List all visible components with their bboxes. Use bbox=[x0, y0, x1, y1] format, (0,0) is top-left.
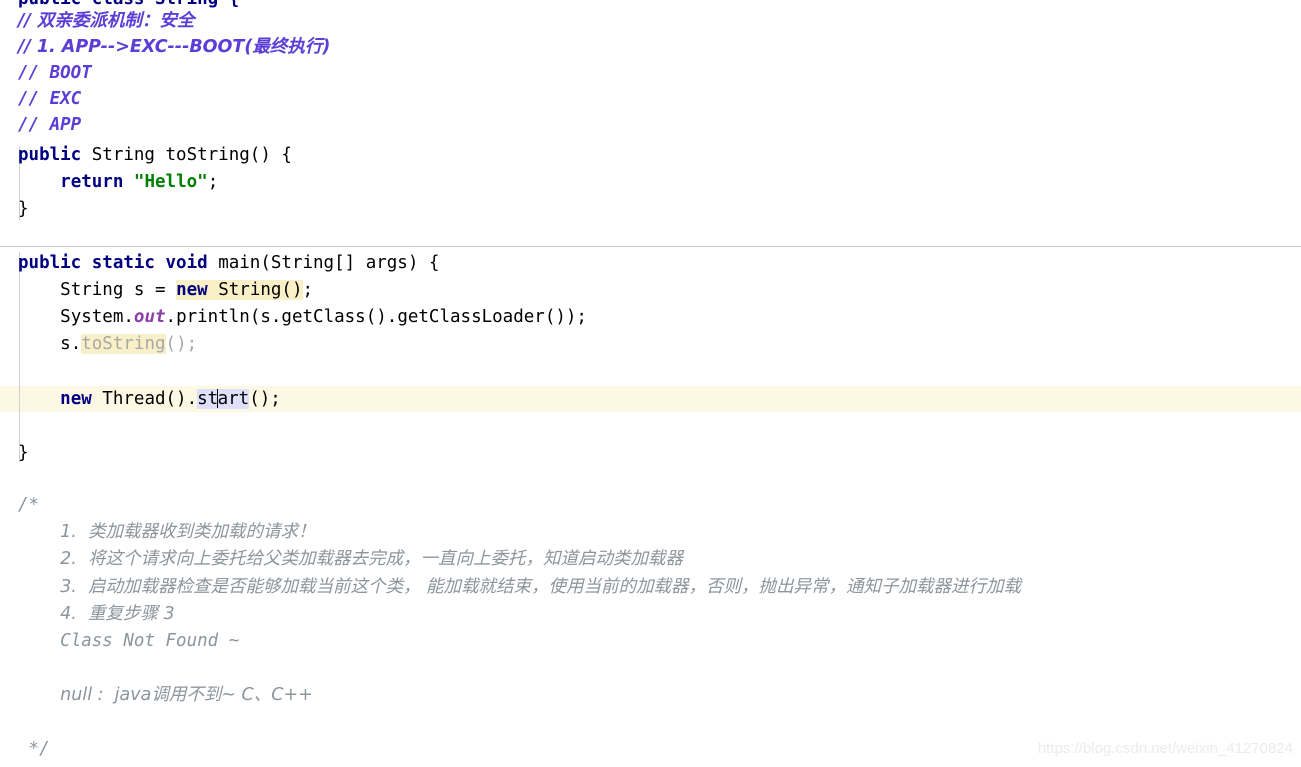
token-method-tostring: toString bbox=[81, 334, 166, 354]
token-keyword-new: new bbox=[60, 389, 92, 409]
code-line-new-thread-start[interactable]: new Thread().start(); bbox=[0, 386, 1301, 412]
search-match-highlight: toString bbox=[81, 334, 166, 354]
code-line-comment-2[interactable]: // 1. APP-->EXC---BOOT(最终执行) bbox=[0, 34, 1301, 60]
code-line-blockcomment-classnotfound[interactable]: Class Not Found ~ bbox=[0, 628, 1301, 654]
token-keyword-return: return bbox=[60, 172, 124, 192]
code-line-blockcomment-1[interactable]: 1. 类加载器收到类加载的请求！ bbox=[0, 519, 1301, 545]
token-receiver: s. bbox=[60, 334, 82, 354]
code-line-blockcomment-2[interactable]: 2. 将这个请求向上委托给父类加载器去完成，一直向上委托，知道启动类加载器 bbox=[0, 546, 1301, 572]
token-comment: // EXC bbox=[18, 89, 82, 109]
token-method-start-part-b: art bbox=[217, 389, 250, 409]
code-line-blockcomment-null[interactable]: null : java调用不到~ C、C++ bbox=[0, 682, 1301, 708]
token-constructor-call: String() bbox=[207, 280, 303, 300]
code-line-return-hello[interactable]: return "Hello"; bbox=[0, 169, 1301, 195]
token-signature: main(String[] args) { bbox=[207, 253, 440, 273]
token-block-comment-close: */ bbox=[28, 739, 50, 759]
token-brace: } bbox=[18, 443, 29, 463]
token-static-field-out: out bbox=[133, 307, 166, 327]
token-method-start-part-a: st bbox=[197, 389, 219, 409]
code-line-s-tostring[interactable]: s.toString(); bbox=[0, 331, 1301, 357]
token-comment: // 双亲委派机制：安全 bbox=[18, 11, 195, 31]
code-line-sysout-println[interactable]: System.out.println(s.getClass().getClass… bbox=[0, 304, 1301, 330]
token-semicolon: ; bbox=[302, 280, 314, 300]
code-line-new-string[interactable]: String s = new String(); bbox=[0, 277, 1301, 303]
token-block-comment-open: /* bbox=[18, 495, 40, 515]
token-system: System. bbox=[60, 307, 134, 327]
code-line-comment-5[interactable]: // APP bbox=[0, 112, 1301, 138]
token-thread-ctor: Thread(). bbox=[91, 389, 198, 409]
method-separator-line bbox=[0, 246, 1301, 247]
token-block-comment: 1. 类加载器收到类加载的请求！ bbox=[60, 522, 316, 542]
token-comment: // APP bbox=[18, 115, 82, 135]
token-declaration: String s = bbox=[60, 280, 177, 300]
token-keyword-modifiers: public static void bbox=[18, 253, 208, 273]
code-line-close-brace-2[interactable]: } bbox=[0, 440, 1301, 466]
code-line-blockcomment-open[interactable]: /* bbox=[0, 492, 1301, 518]
token-block-comment: Class Not Found ~ bbox=[60, 631, 240, 651]
search-match-highlight: new String() bbox=[176, 280, 303, 300]
token-block-comment: 2. 将这个请求向上委托给父类加载器去完成，一直向上委托，知道启动类加载器 bbox=[60, 549, 683, 569]
code-line-blockcomment-3[interactable]: 3. 启动加载器检查是否能够加载当前这个类， 能加载就结束，使用当前的加载器，否… bbox=[0, 574, 1301, 600]
token-signature: String toString() { bbox=[81, 145, 292, 165]
code-line-comment-4[interactable]: // EXC bbox=[0, 86, 1301, 112]
identifier-usage-highlight: start bbox=[197, 389, 250, 409]
token-comment: // BOOT bbox=[18, 63, 92, 83]
code-line-close-brace-1[interactable]: } bbox=[0, 196, 1301, 222]
code-line-blockcomment-4[interactable]: 4. 重复步骤 3 bbox=[0, 601, 1301, 627]
token-semicolon: ; bbox=[207, 172, 219, 192]
token-brace: } bbox=[18, 199, 29, 219]
token-block-comment: 4. 重复步骤 3 bbox=[60, 604, 175, 624]
code-line-comment-3[interactable]: // BOOT bbox=[0, 60, 1301, 86]
code-line-tostring-signature[interactable]: public String toString() { bbox=[0, 142, 1301, 168]
token-method-chain: .println(s.getClass().getClassLoader()); bbox=[165, 307, 587, 327]
token-string-literal: "Hello" bbox=[133, 172, 208, 192]
token-keyword-new: new bbox=[176, 280, 208, 300]
code-line-comment-1[interactable]: // 双亲委派机制：安全 bbox=[0, 8, 1301, 34]
token-block-comment: 3. 启动加载器检查是否能够加载当前这个类， 能加载就结束，使用当前的加载器，否… bbox=[60, 577, 1022, 597]
token-call-parens: (); bbox=[165, 334, 198, 354]
token-keyword-public: public bbox=[18, 145, 82, 165]
code-line-main-signature[interactable]: public static void main(String[] args) { bbox=[0, 250, 1301, 276]
token-call-parens: (); bbox=[249, 389, 281, 409]
token-block-comment: null : java调用不到~ C、C++ bbox=[60, 685, 313, 705]
csdn-watermark: https://blog.csdn.net/weixin_41270824 bbox=[1037, 740, 1293, 757]
code-editor[interactable]: public class String { // 双亲委派机制：安全 // 1.… bbox=[0, 0, 1301, 767]
token-comment: // 1. APP-->EXC---BOOT(最终执行) bbox=[18, 37, 331, 57]
